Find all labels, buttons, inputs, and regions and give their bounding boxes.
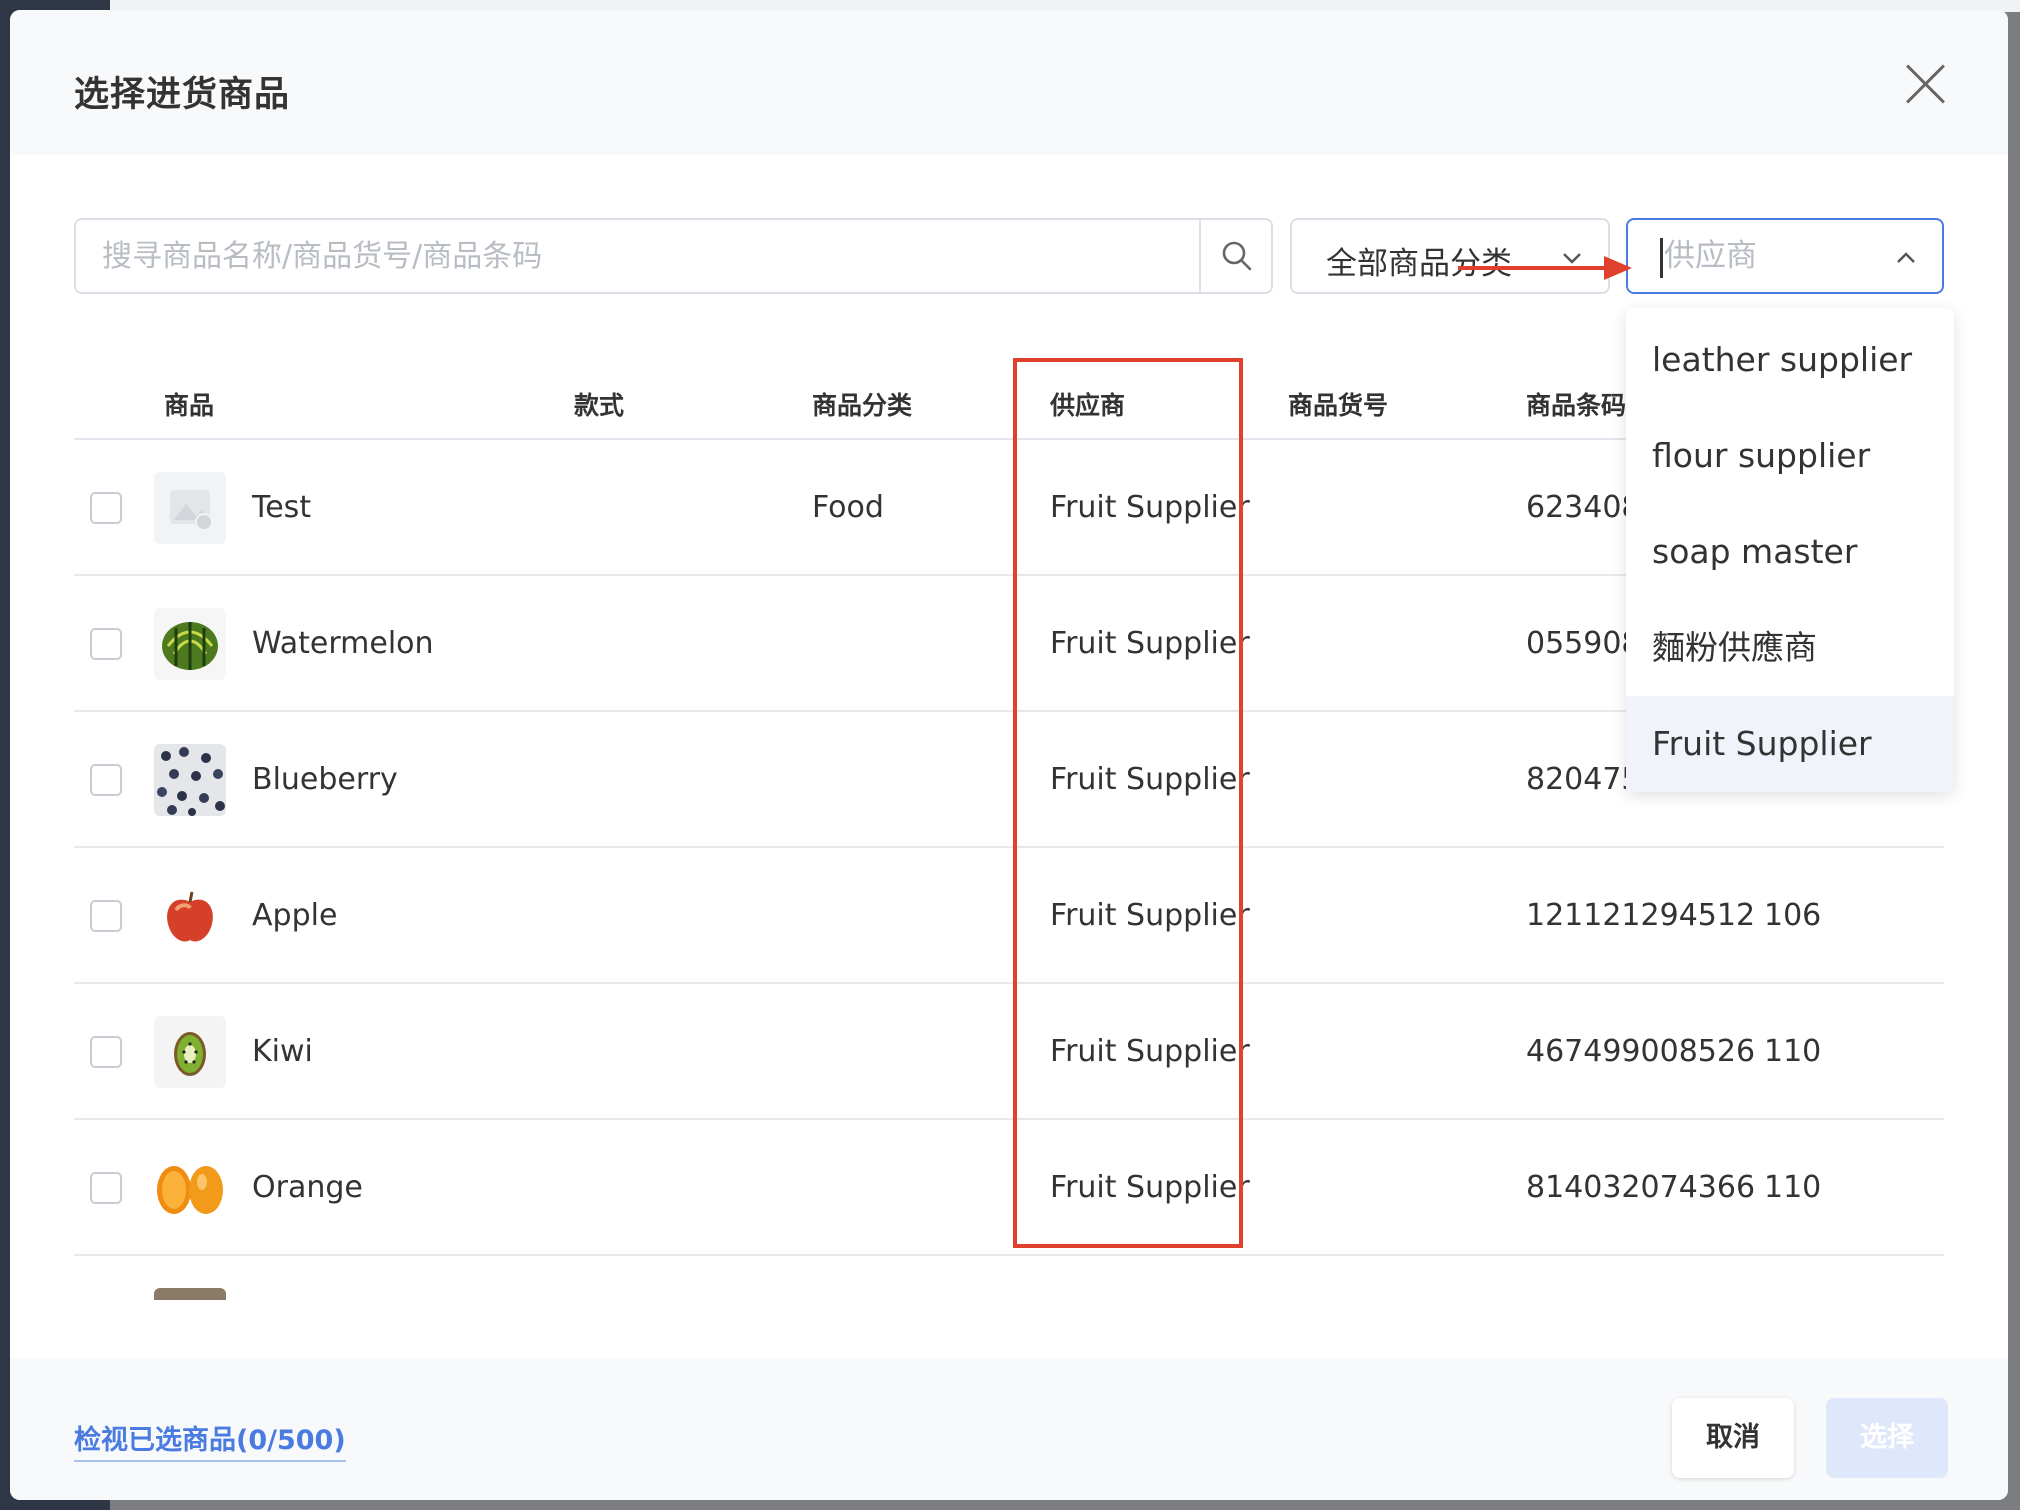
apple-image [154,880,226,952]
text-cursor [1660,238,1663,278]
supplier-option[interactable]: leather supplier [1626,312,1954,408]
close-icon[interactable] [1904,62,1948,106]
cancel-button[interactable]: 取消 [1672,1398,1794,1478]
column-header-category: 商品分类 [812,391,913,420]
product-extra-value: 110 [1764,1170,1822,1205]
row-checkbox[interactable] [90,764,122,796]
dialog-title: 选择进货商品 [74,75,291,115]
search-field [74,218,1273,294]
annotation-arrow [1458,256,1632,280]
table-row[interactable]: Orange Fruit Supplier 814032074366 110 [74,1120,1944,1256]
supplier-select[interactable] [1626,218,1944,294]
placeholder-image-icon [154,472,226,544]
table-row-partial [74,1256,1944,1316]
annotation-highlight-box [1013,358,1243,1248]
view-selected-link[interactable]: 检视已选商品(0/500) [74,1418,346,1462]
chevron-up-icon [1897,252,1915,263]
supplier-option[interactable]: flour supplier [1626,408,1954,504]
dialog-header: 选择进货商品 [10,10,2008,155]
select-products-dialog: 选择进货商品 全部商品分类 商品 款式 [10,10,2008,1500]
row-checkbox[interactable] [90,900,122,932]
orange-image [154,1152,226,1224]
choose-button[interactable]: 选择 [1826,1398,1948,1478]
search-icon [1222,241,1252,271]
column-header-sku: 商品货号 [1288,391,1389,420]
product-barcode: 467499008526 [1526,1034,1756,1069]
supplier-option[interactable]: soap master [1626,504,1954,600]
column-header-style: 款式 [574,391,625,420]
column-header-product: 商品 [164,391,215,420]
product-barcode: 121121294512 [1526,898,1756,933]
product-category: Food [812,490,884,525]
kiwi-image [154,1016,226,1088]
column-header-barcode: 商品条码 [1526,391,1627,420]
row-checkbox[interactable] [90,1172,122,1204]
dialog-footer: 检视已选商品(0/500) 取消 选择 [10,1358,2008,1500]
supplier-input[interactable] [1664,220,1894,292]
blueberry-image [154,744,226,816]
product-extra-value: 110 [1764,1034,1822,1069]
watermelon-image [154,608,226,680]
table-row[interactable]: Kiwi Fruit Supplier 467499008526 110 [74,984,1944,1120]
product-name: Watermelon [252,626,434,661]
product-extra-value: 106 [1764,898,1822,933]
product-name: Test [252,490,312,525]
row-checkbox[interactable] [90,492,122,524]
supplier-dropdown: leather supplier flour supplier soap mas… [1626,308,1954,792]
supplier-option-highlighted[interactable]: Fruit Supplier [1626,696,1954,792]
supplier-option[interactable]: 麵粉供應商 [1626,600,1954,696]
product-barcode: 814032074366 [1526,1170,1756,1205]
product-thumbnail-partial [154,1288,226,1300]
table-row[interactable]: Apple Fruit Supplier 121121294512 106 [74,848,1944,984]
product-name: Apple [252,898,338,933]
search-button[interactable] [1199,220,1271,292]
product-name: Blueberry [252,762,398,797]
row-checkbox[interactable] [90,1036,122,1068]
product-name: Kiwi [252,1034,313,1069]
row-checkbox[interactable] [90,628,122,660]
product-name: Orange [252,1170,363,1205]
search-input[interactable] [76,220,1200,292]
